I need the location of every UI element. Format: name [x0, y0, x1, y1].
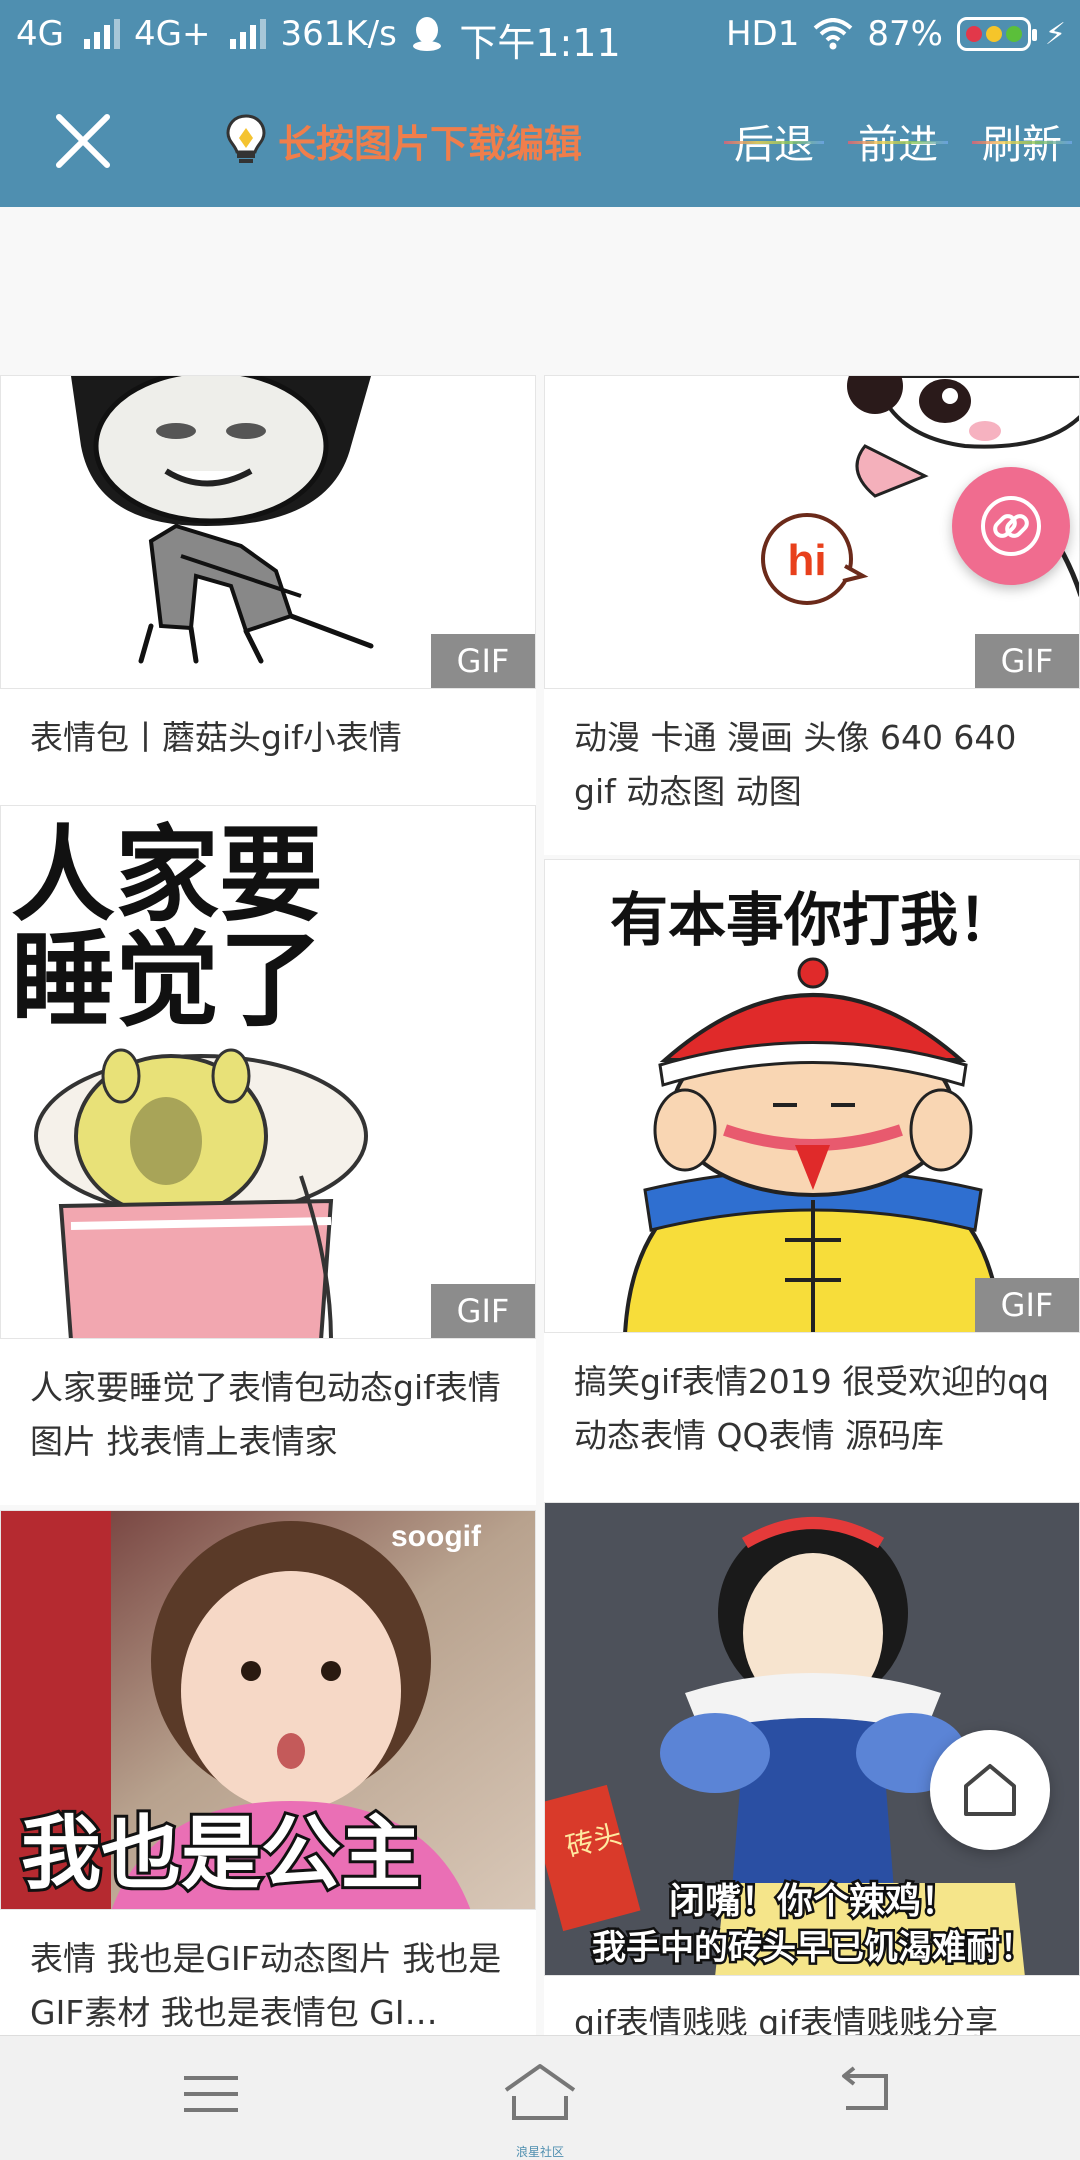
hint-text: 长按图片下载编辑	[278, 121, 583, 166]
fight-me-image: 有本事你打我！	[545, 860, 1079, 1332]
card-caption[interactable]: 动漫 卡通 漫画 头像 640 640 gif 动态图 动图	[574, 711, 1060, 819]
hd-indicator: HD1	[725, 14, 800, 54]
share-link-button[interactable]	[952, 467, 1070, 585]
image-text-line2: 睡觉了	[11, 919, 323, 1041]
link-icon	[981, 496, 1041, 556]
card-caption[interactable]: 表情包丨蘑菇头gif小表情	[30, 711, 516, 765]
gif-badge: GIF	[431, 634, 535, 688]
feed-card[interactable]: 有本事你打我！ GIF 搞笑gif表情2019 很受欢迎的qq动态表情 QQ表情…	[544, 859, 1080, 1519]
card-caption[interactable]: 搞笑gif表情2019 很受欢迎的qq动态表情 QQ表情 源码库	[574, 1355, 1060, 1463]
image-caption-line2: 我手中的砖头早已饥渴难耐！	[592, 1928, 1034, 1968]
feed-card[interactable]: 人家要 睡觉了 GIF 人家要睡觉了表情包动态gif表情图片 找表情上表情家	[0, 805, 536, 1505]
refresh-button[interactable]: 刷新	[972, 112, 1072, 170]
princess-girl-image: soogif 我也是公主	[1, 1511, 535, 1909]
menu-icon[interactable]	[184, 2072, 238, 2116]
browser-nav: 后退 前进 刷新	[724, 112, 1072, 170]
image-caption-text: 我也是公主	[21, 1807, 421, 1900]
floating-home-button[interactable]	[930, 1730, 1050, 1850]
blank-area	[0, 207, 1080, 375]
soogif-watermark: soogif	[391, 1520, 482, 1553]
status-bar: 4G 4G+ 361K/s 下午1:11 HD1 87% ⚡	[0, 0, 1080, 74]
card-image[interactable]: 有本事你打我！ GIF	[544, 859, 1080, 1333]
back-icon[interactable]	[836, 2062, 896, 2122]
sleep-meme-image: 人家要 睡觉了	[1, 806, 535, 1338]
card-image[interactable]: GIF	[0, 375, 536, 689]
feed-card[interactable]: hi GIF 动漫 卡通 漫画 头像 640 640 gif 动态图 动图	[544, 375, 1080, 855]
feed-card[interactable]: GIF 表情包丨蘑菇头gif小表情	[0, 375, 536, 805]
image-caption-text: 有本事你打我！	[610, 886, 1016, 954]
image-caption-line1: 闭嘴！你个辣鸡！	[669, 1881, 957, 1922]
battery-icon	[956, 17, 1037, 51]
toolbar: 长按图片下载编辑 后退 前进 刷新	[0, 74, 1080, 207]
home-icon	[964, 1764, 1016, 1816]
bottom-nav: 浪星社区	[0, 2035, 1080, 2160]
battery-percent: 87%	[867, 14, 943, 54]
back-button[interactable]: 后退	[724, 112, 824, 170]
gif-badge: GIF	[975, 634, 1079, 688]
forward-button[interactable]: 前进	[848, 112, 948, 170]
card-image[interactable]: soogif 我也是公主	[0, 1510, 536, 1910]
screen: 4G 4G+ 361K/s 下午1:11 HD1 87% ⚡ 长按图片下载编辑 …	[0, 0, 1080, 2160]
home-label: 浪星社区	[515, 2145, 564, 2159]
gif-badge: GIF	[975, 1278, 1079, 1332]
lightbulb-icon	[226, 114, 266, 163]
image-text-line1: 人家要	[11, 814, 323, 936]
gif-badge: GIF	[431, 1284, 535, 1338]
header: 4G 4G+ 361K/s 下午1:11 HD1 87% ⚡ 长按图片下载编辑 …	[0, 0, 1080, 207]
image-feed: GIF 表情包丨蘑菇头gif小表情 hi GIF 动漫 卡通 漫画 头像 640…	[0, 375, 1080, 2035]
wifi-icon	[814, 18, 853, 50]
card-caption[interactable]: gif表情贱贱 gif表情贱贱分享	[574, 1996, 1060, 2035]
card-caption[interactable]: 表情 我也是GIF动态图片 我也是GIF素材 我也是表情包 GI…	[30, 1932, 516, 2035]
card-image[interactable]: 人家要 睡觉了 GIF	[0, 805, 536, 1339]
download-hint: 长按图片下载编辑	[222, 112, 582, 168]
home-icon[interactable]	[500, 2058, 580, 2128]
hi-label: hi	[787, 536, 826, 585]
status-right: HD1 87% ⚡	[726, 14, 1066, 54]
close-icon[interactable]	[52, 110, 114, 172]
charging-icon: ⚡	[1044, 16, 1066, 52]
feed-card[interactable]: soogif 我也是公主 表情 我也是GIF动态图片 我也是GIF素材 我也是表…	[0, 1510, 536, 2035]
card-caption[interactable]: 人家要睡觉了表情包动态gif表情图片 找表情上表情家	[30, 1361, 516, 1469]
